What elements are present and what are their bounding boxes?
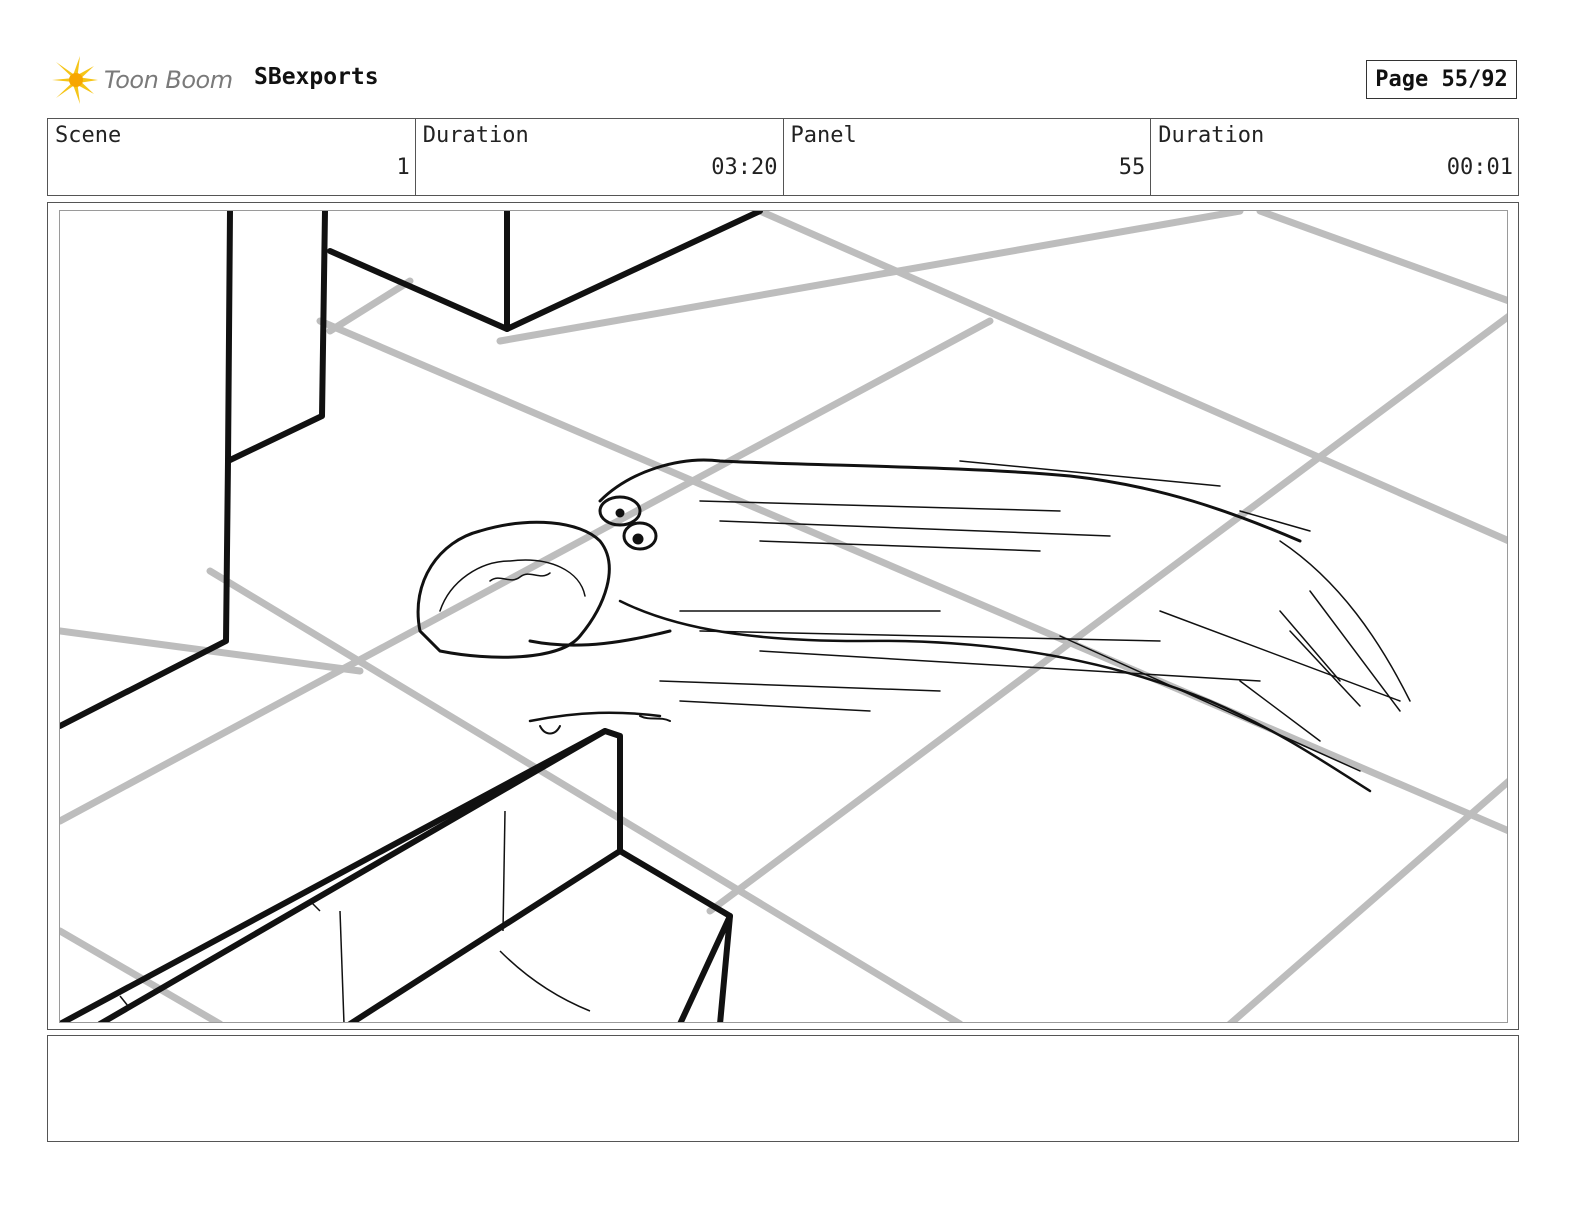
panel-duration-value: 00:01	[1446, 155, 1513, 180]
project-name: SBexports	[254, 64, 379, 90]
panel-notes-box	[47, 1035, 1519, 1142]
toon-boom-logo: Toon Boom	[50, 52, 240, 108]
character-sketch	[416, 458, 1411, 793]
panel-label: Panel	[790, 123, 857, 148]
scene-info-table: Scene 1 Duration 03:20 Panel 55 Duration…	[47, 118, 1519, 196]
logo-text: Toon Boom	[104, 66, 233, 94]
panel-duration-label: Duration	[1158, 123, 1265, 148]
scene-value: 1	[396, 155, 410, 180]
scene-duration-cell: Duration 03:20	[416, 119, 784, 195]
sunburst-logo-icon	[52, 56, 98, 104]
panel-cell: Panel 55	[784, 119, 1152, 195]
scene-cell: Scene 1	[48, 119, 416, 195]
architecture-lines	[60, 211, 763, 1022]
scene-duration-label: Duration	[422, 123, 529, 148]
storyboard-panel-drawing	[59, 210, 1508, 1023]
scene-duration-value: 03:20	[711, 155, 778, 180]
panel-value: 55	[1118, 155, 1146, 180]
panel-duration-cell: Duration 00:01	[1151, 119, 1518, 195]
floor-grid	[60, 211, 1507, 1022]
page-indicator: Page 55/92	[1366, 60, 1517, 99]
scene-label: Scene	[55, 123, 122, 148]
panel-frame	[47, 202, 1519, 1030]
panel-sketch	[60, 211, 1507, 1022]
